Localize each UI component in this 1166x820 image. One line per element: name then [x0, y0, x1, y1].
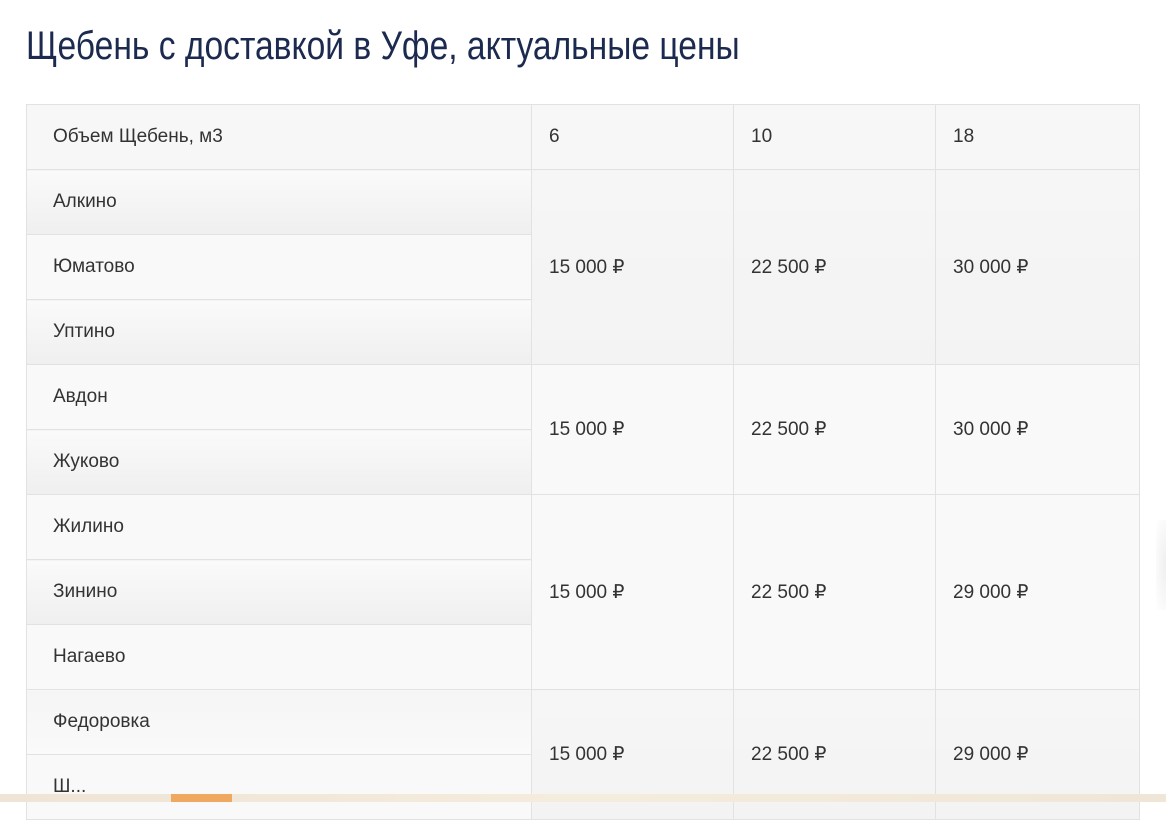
- price-cell-10: 22 500 ₽: [733, 364, 936, 495]
- header-volume-18: 18: [935, 104, 1140, 170]
- location-cell: Федоровка: [26, 689, 532, 755]
- edge-shadow: [1156, 520, 1166, 610]
- location-cell: Юматово: [26, 234, 532, 300]
- location-cell: Жилино: [26, 494, 532, 560]
- page-title: Щебень с доставкой в Уфе, актуальные цен…: [26, 24, 740, 68]
- price-cell-10: 22 500 ₽: [733, 169, 936, 365]
- price-table: Объем Щебень, м3 6 10 18 Алкино 15 000 ₽…: [26, 104, 1140, 820]
- price-cell-18: 30 000 ₽: [935, 169, 1140, 365]
- price-cell-10: 22 500 ₽: [733, 494, 936, 690]
- price-cell-18: 29 000 ₽: [935, 494, 1140, 690]
- location-cell: Алкино: [26, 169, 532, 235]
- price-cell-6: 15 000 ₽: [531, 364, 734, 495]
- bottom-banner-strip[interactable]: [0, 794, 1166, 802]
- header-volume-10: 10: [733, 104, 936, 170]
- table-row: Авдон 15 000 ₽ 22 500 ₽ 30 000 ₽: [26, 364, 1140, 495]
- header-volume-label: Объем Щебень, м3: [26, 104, 532, 170]
- location-cell: Нагаево: [26, 624, 532, 690]
- price-cell-6: 15 000 ₽: [531, 169, 734, 365]
- price-cell-18: 30 000 ₽: [935, 364, 1140, 495]
- location-cell: Жуково: [26, 429, 532, 495]
- location-cell: Уптино: [26, 299, 532, 365]
- header-volume-6: 6: [531, 104, 734, 170]
- location-cell: Зинино: [26, 559, 532, 625]
- price-cell-6: 15 000 ₽: [531, 494, 734, 690]
- location-cell: Ш...: [26, 754, 532, 820]
- table-row: Алкино 15 000 ₽ 22 500 ₽ 30 000 ₽: [26, 169, 1140, 365]
- table-row: Федоровка 15 000 ₽ 22 500 ₽ 29 000 ₽: [26, 689, 1140, 820]
- location-cell: Авдон: [26, 364, 532, 430]
- table-row: Жилино 15 000 ₽ 22 500 ₽ 29 000 ₽: [26, 494, 1140, 690]
- table-header-row: Объем Щебень, м3 6 10 18: [26, 104, 1140, 170]
- bottom-banner-accent[interactable]: [171, 794, 232, 802]
